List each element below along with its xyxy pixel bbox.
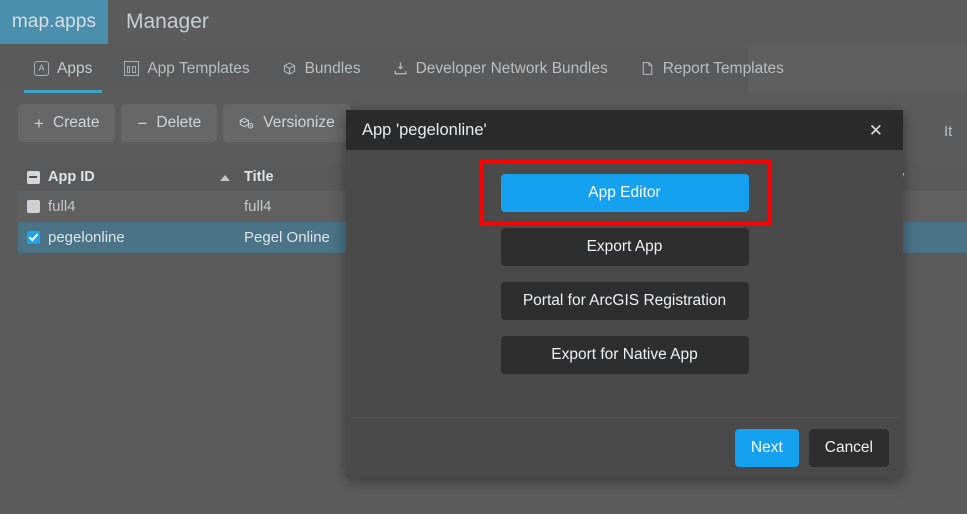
minus-icon: − [137,115,147,132]
brand-logo[interactable]: map.apps [0,0,108,44]
versionize-cube-gear-icon [239,116,254,131]
cancel-button[interactable]: Cancel [809,429,889,467]
bundles-cube-icon [282,61,297,76]
export-for-native-app-button[interactable]: Export for Native App [501,336,749,374]
app-templates-icon [124,61,139,76]
checkbox-checked-icon [27,231,40,244]
document-icon [640,61,655,76]
column-header-app-id[interactable]: App ID [48,169,244,185]
app-editor-button[interactable]: App Editor [501,174,749,212]
sort-ascending-icon [220,175,230,181]
dialog-action-list: App Editor Export App Portal for ArcGIS … [346,174,903,374]
items-label-truncated: It [944,123,952,140]
tab-developer-network-bundles[interactable]: Developer Network Bundles [377,44,624,93]
tab-report-templates-label: Report Templates [663,60,784,78]
manager-app: map.apps Manager A Apps App Templates [0,0,967,514]
versionize-button[interactable]: Versionize [223,104,351,142]
tab-apps[interactable]: A Apps [18,44,108,93]
dialog-title: App 'pegelonline' [362,121,487,140]
app-editor-highlight-wrapper: App Editor [501,174,749,212]
export-app-button[interactable]: Export App [501,228,749,266]
dialog-footer: Next Cancel [346,418,903,478]
apps-icon: A [34,61,49,76]
tab-bar-inner: A Apps App Templates Bundles [0,44,748,93]
tab-bundles[interactable]: Bundles [266,44,377,93]
portal-for-arcgis-registration-button[interactable]: Portal for ArcGIS Registration [501,282,749,320]
create-button-label: Create [53,114,100,132]
download-icon [393,61,408,76]
row-checkbox[interactable] [18,231,48,244]
tab-bar: A Apps App Templates Bundles [0,44,967,93]
product-title: Manager [108,0,209,44]
dialog-body: App Editor Export App Portal for ArcGIS … [346,150,903,417]
column-header-app-id-label: App ID [48,169,95,185]
column-header-title-label: Title [244,169,274,185]
tab-bundles-label: Bundles [305,60,361,78]
dialog-titlebar: App 'pegelonline' ✕ [346,110,903,150]
create-button[interactable]: + Create [18,104,115,142]
tab-report-templates[interactable]: Report Templates [624,44,800,93]
versionize-button-label: Versionize [263,114,335,132]
indeterminate-checkbox-icon [27,171,40,184]
next-button[interactable]: Next [735,429,799,467]
row-checkbox[interactable] [18,200,48,213]
plus-icon: + [34,115,44,132]
cell-app-id: pegelonline [48,229,244,246]
tab-app-templates[interactable]: App Templates [108,44,265,93]
content-bottom-area [0,478,967,514]
tab-app-templates-label: App Templates [147,60,249,78]
select-all-checkbox[interactable] [18,171,48,184]
app-actions-dialog: App 'pegelonline' ✕ App Editor Export Ap… [346,110,903,478]
close-icon[interactable]: ✕ [863,118,889,143]
cell-app-id: full4 [48,198,244,215]
top-bar: map.apps Manager [0,0,967,44]
checkbox-unchecked-icon [27,200,40,213]
delete-button-label: Delete [156,114,201,132]
tab-apps-label: Apps [57,60,92,78]
delete-button[interactable]: − Delete [121,104,217,142]
tab-developer-network-bundles-label: Developer Network Bundles [416,60,608,78]
